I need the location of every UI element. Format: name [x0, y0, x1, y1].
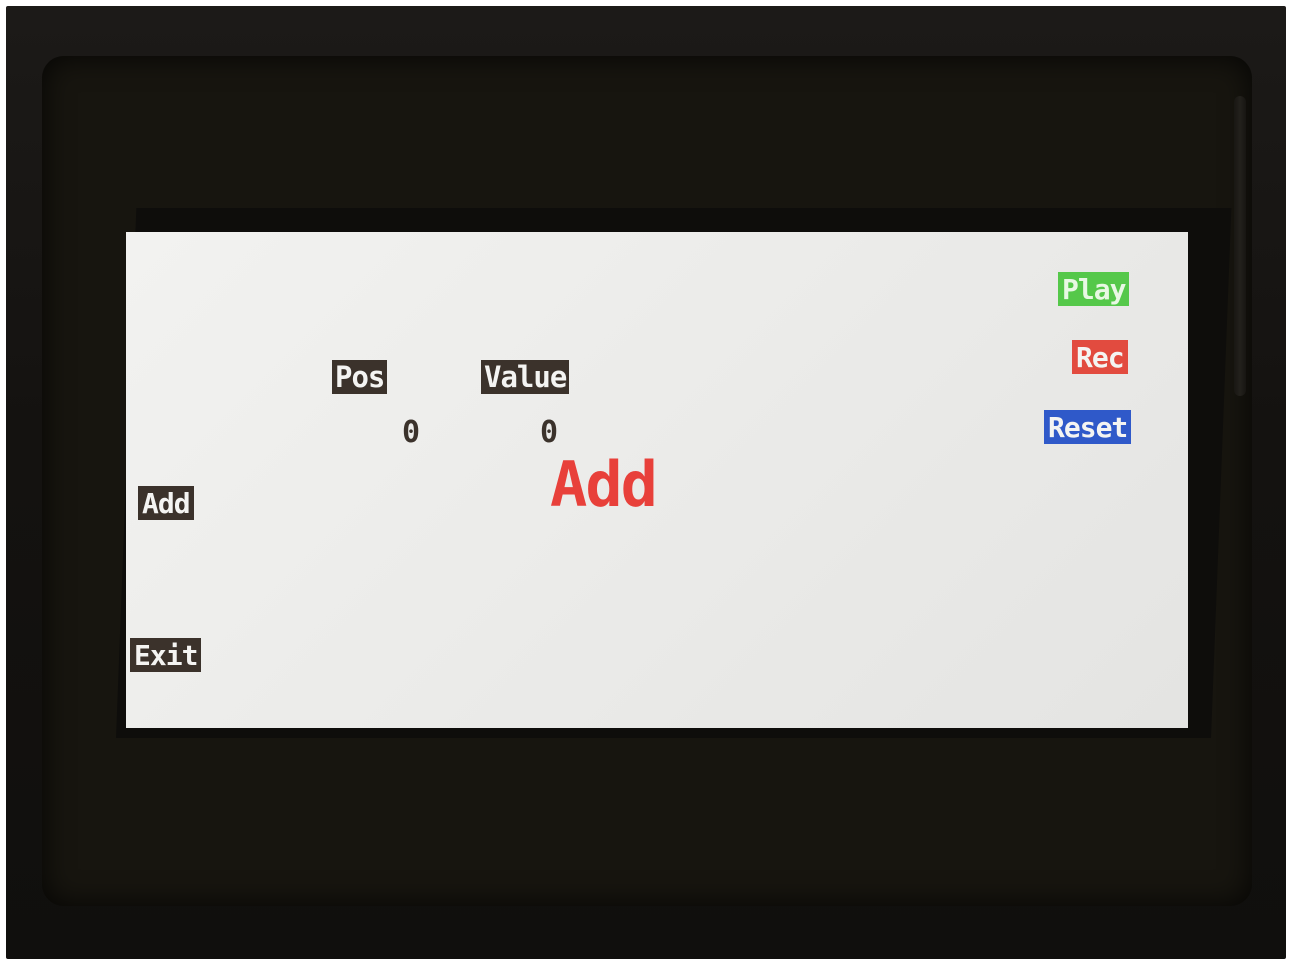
rec-button[interactable]: Rec — [1072, 340, 1128, 374]
lcd-screen: Pos Value 0 0 Add Add Exit Play Rec Rese… — [126, 232, 1188, 728]
device: Pos Value 0 0 Add Add Exit Play Rec Rese… — [0, 0, 1290, 965]
bezel-edge — [1234, 96, 1246, 396]
value-label: Value — [481, 360, 570, 394]
pos-value: 0 — [402, 415, 421, 450]
reset-button[interactable]: Reset — [1044, 410, 1132, 444]
add-button[interactable]: Add — [138, 486, 194, 520]
play-button[interactable]: Play — [1058, 272, 1130, 306]
exit-button[interactable]: Exit — [130, 638, 202, 672]
pos-label: Pos — [332, 360, 388, 394]
value-value: 0 — [540, 415, 559, 450]
mode-title: Add — [550, 448, 658, 521]
